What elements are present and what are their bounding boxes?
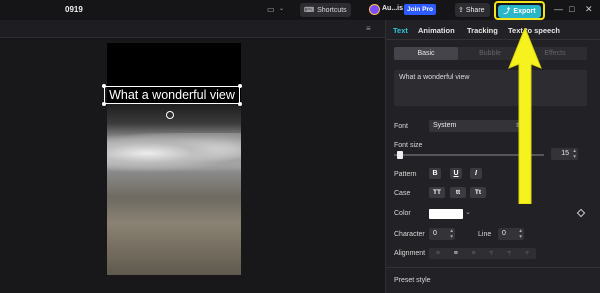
resize-handle-tr[interactable] bbox=[238, 84, 242, 88]
share-label: Share bbox=[465, 6, 485, 14]
tab-animation[interactable]: Animation bbox=[418, 26, 455, 35]
wave-foam bbox=[107, 133, 241, 173]
minimize-icon[interactable]: — bbox=[554, 4, 563, 14]
panel-tabs: Text Animation Tracking Text to speech bbox=[386, 20, 600, 40]
align-right-icon[interactable]: ≡ bbox=[465, 248, 483, 259]
line-value: 0 bbox=[502, 230, 506, 237]
maximize-icon[interactable]: □ bbox=[569, 4, 574, 14]
lowercase-button[interactable]: tt bbox=[450, 187, 466, 198]
font-size-value: 15 bbox=[561, 150, 569, 157]
color-swatch[interactable] bbox=[429, 209, 463, 219]
line-spacing-input[interactable]: 0 ▴ ▾ bbox=[498, 228, 524, 240]
close-icon[interactable]: ✕ bbox=[585, 4, 593, 15]
text-overlay-box[interactable]: What a wonderful view bbox=[104, 86, 240, 104]
character-spacing-input[interactable]: 0 ▴ ▾ bbox=[429, 228, 455, 240]
resize-handle-bl[interactable] bbox=[102, 102, 106, 106]
resize-handle-br[interactable] bbox=[238, 102, 242, 106]
text-overlay: What a wonderful view bbox=[109, 88, 235, 102]
properties-panel: Text Animation Tracking Text to speech B… bbox=[385, 20, 600, 293]
export-label: Export bbox=[513, 7, 536, 15]
align-middle-icon[interactable]: ⫧ bbox=[500, 248, 518, 259]
stepper-icon[interactable]: ▴ ▾ bbox=[573, 148, 576, 160]
account-name[interactable]: Au...is bbox=[382, 5, 403, 12]
underline-button[interactable]: U bbox=[450, 168, 462, 179]
chevron-down-icon[interactable]: ⌄ bbox=[465, 208, 471, 216]
export-upload-icon: ⤴ bbox=[503, 8, 511, 15]
italic-button[interactable]: I bbox=[470, 168, 482, 179]
menu-icon[interactable]: ≡ bbox=[366, 24, 371, 33]
player-toolbar: ≡ bbox=[0, 20, 385, 38]
keyboard-icon: ⌨ bbox=[304, 7, 315, 14]
line-label: Line bbox=[478, 231, 492, 238]
pattern-label: Pattern bbox=[394, 171, 417, 178]
font-label: Font bbox=[394, 123, 409, 130]
align-bottom-icon[interactable]: ⫧ bbox=[518, 248, 536, 259]
tab-text[interactable]: Text bbox=[393, 26, 408, 35]
tab-tracking[interactable]: Tracking bbox=[467, 26, 498, 35]
stepper-icon[interactable]: ▴ ▾ bbox=[450, 228, 453, 240]
avatar[interactable] bbox=[369, 4, 380, 15]
font-size-input[interactable]: 15 ▴ ▾ bbox=[551, 148, 578, 160]
font-value: System bbox=[433, 122, 457, 129]
character-label: Character bbox=[394, 231, 425, 238]
character-value: 0 bbox=[433, 230, 437, 237]
join-pro-button[interactable]: Join Pro bbox=[404, 4, 436, 15]
text-subtabs: Basic Bubble Effects bbox=[394, 47, 587, 60]
title-bar: 0919 ▭ ⌄ ⌨ Shortcuts Au...is Join Pro ⇪ … bbox=[0, 0, 600, 20]
share-button[interactable]: ⇪ Share bbox=[455, 3, 490, 17]
text-content-field[interactable]: What a wonderful view bbox=[394, 70, 587, 106]
rotate-icon[interactable] bbox=[166, 111, 174, 119]
resize-handle-tl[interactable] bbox=[102, 84, 106, 88]
export-button[interactable]: ⤴ Export bbox=[498, 4, 541, 18]
font-size-slider-handle[interactable] bbox=[397, 151, 403, 159]
keyframe-diamond-icon[interactable] bbox=[576, 208, 586, 218]
video-preview[interactable] bbox=[107, 43, 241, 275]
titlecase-button[interactable]: Tt bbox=[470, 187, 486, 198]
export-highlight: ⤴ Export bbox=[494, 1, 545, 20]
sea-background bbox=[107, 103, 241, 275]
align-center-icon[interactable]: ≡ bbox=[447, 248, 465, 259]
bold-button[interactable]: B bbox=[429, 168, 441, 179]
shortcuts-button[interactable]: ⌨ Shortcuts bbox=[300, 3, 351, 17]
align-top-icon[interactable]: ⫧ bbox=[482, 248, 500, 259]
alignment-label: Alignment bbox=[394, 250, 426, 257]
share-icon: ⇪ bbox=[458, 7, 464, 14]
font-size-label: Font size bbox=[394, 142, 423, 149]
annotation-arrow bbox=[508, 28, 542, 204]
align-left-icon[interactable]: ≡ bbox=[429, 248, 447, 259]
shortcuts-label: Shortcuts bbox=[317, 6, 347, 14]
chevron-down-icon[interactable]: ⌄ bbox=[279, 5, 284, 12]
color-label: Color bbox=[394, 210, 411, 217]
divider bbox=[386, 267, 600, 268]
case-label: Case bbox=[394, 190, 411, 197]
layout-icon[interactable]: ▭ bbox=[267, 5, 275, 14]
alignment-group: ≡ ≡ ≡ ⫧ ⫧ ⫧ bbox=[429, 248, 536, 259]
stepper-icon[interactable]: ▴ ▾ bbox=[519, 228, 522, 240]
preset-style-label: Preset style bbox=[394, 277, 431, 284]
subtab-basic[interactable]: Basic bbox=[394, 47, 458, 60]
uppercase-button[interactable]: TT bbox=[429, 187, 445, 198]
project-name: 0919 bbox=[65, 5, 83, 14]
